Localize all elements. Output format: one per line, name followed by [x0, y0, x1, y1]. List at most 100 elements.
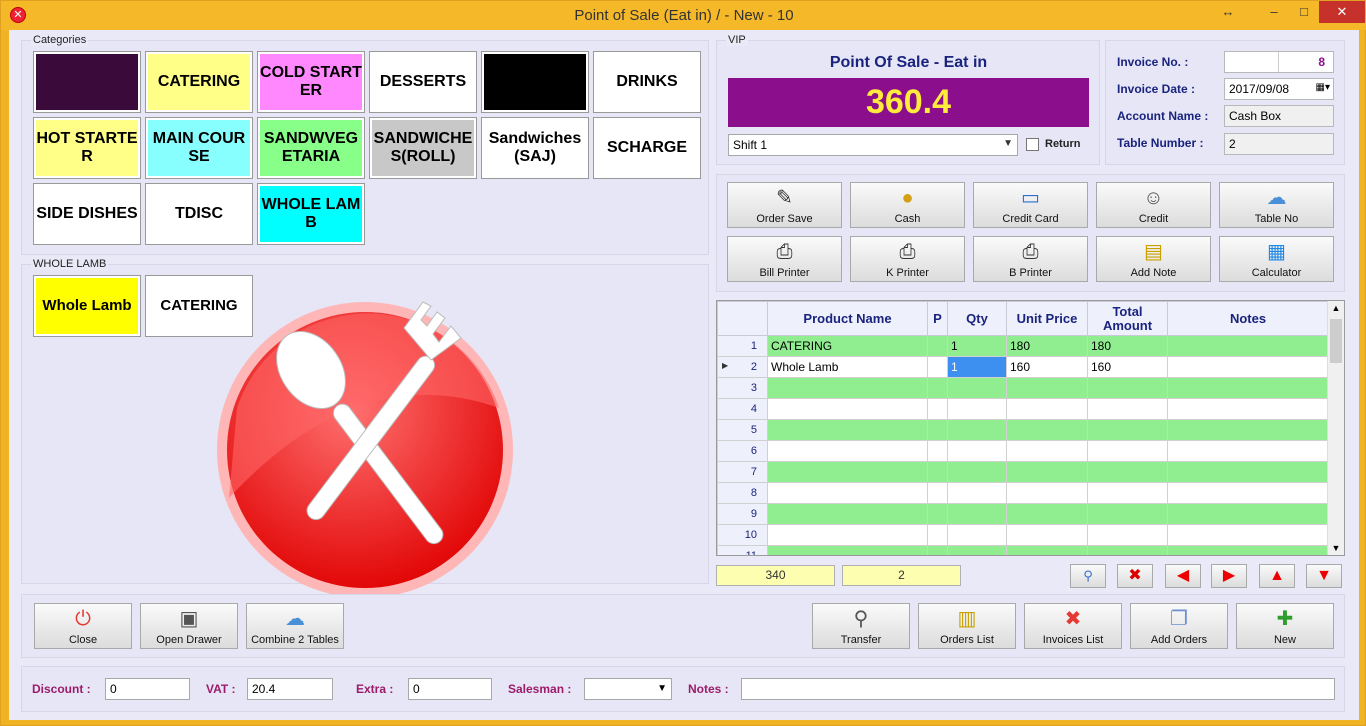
cell-notes[interactable] — [1167, 461, 1329, 483]
col-notes[interactable]: Notes — [1167, 301, 1329, 336]
move-right-button[interactable]: ▶ — [1211, 564, 1247, 588]
search-button[interactable]: ⚲ — [1070, 564, 1106, 588]
add-note-button[interactable]: ▤ Add Note — [1096, 236, 1211, 282]
shift-select[interactable]: Shift 1 ▼ — [728, 134, 1018, 156]
cell-total[interactable] — [1087, 419, 1168, 441]
resize-icon[interactable]: ↔ — [1213, 1, 1243, 23]
cell-notes[interactable] — [1167, 419, 1329, 441]
category-button[interactable]: SANDWICHES(ROLL) — [369, 117, 477, 179]
category-button[interactable]: SIDE DISHES — [33, 183, 141, 245]
cell-p[interactable] — [927, 482, 948, 504]
close-button[interactable]: ⏻ Close — [34, 603, 132, 649]
scroll-up-icon[interactable]: ▲ — [1328, 303, 1344, 313]
invoices-list-button[interactable]: ✖ Invoices List — [1024, 603, 1122, 649]
notes-field[interactable] — [741, 678, 1335, 700]
cell-p[interactable] — [927, 461, 948, 483]
cell-price[interactable] — [1006, 503, 1088, 525]
col-product-name[interactable]: Product Name — [767, 301, 928, 336]
cell-p[interactable] — [927, 503, 948, 525]
table-row[interactable]: 7 — [717, 461, 1329, 483]
cell-name[interactable] — [767, 461, 928, 483]
cell-price[interactable]: 160 — [1006, 356, 1088, 378]
scroll-down-icon[interactable]: ▼ — [1328, 543, 1344, 553]
category-button[interactable]: COLD STARTER — [257, 51, 365, 113]
cell-qty[interactable] — [947, 440, 1007, 462]
combine-2-tables-button[interactable]: ☁ Combine 2 Tables — [246, 603, 344, 649]
grid-scrollbar[interactable]: ▲ ▼ — [1327, 301, 1344, 555]
category-button[interactable]: MAIN COURSE — [145, 117, 253, 179]
return-checkbox[interactable] — [1026, 138, 1039, 151]
table-row[interactable]: 10 — [717, 524, 1329, 546]
move-left-button[interactable]: ◀ — [1165, 564, 1201, 588]
orders-list-button[interactable]: ▥ Orders List — [918, 603, 1016, 649]
cell-total[interactable] — [1087, 545, 1168, 555]
cell-p[interactable] — [927, 335, 948, 357]
cell-total[interactable] — [1087, 398, 1168, 420]
cell-notes[interactable] — [1167, 377, 1329, 399]
table-row[interactable]: 5 — [717, 419, 1329, 441]
cash-button[interactable]: ● Cash — [850, 182, 965, 228]
cell-price[interactable] — [1006, 545, 1088, 555]
vat-field[interactable]: 20.4 — [247, 678, 333, 700]
salesman-select[interactable]: ▼ — [584, 678, 672, 700]
invoice-date-picker[interactable]: 2017/09/08 ▦▾ — [1224, 78, 1334, 100]
new-button[interactable]: ✚ New — [1236, 603, 1334, 649]
scroll-thumb[interactable] — [1330, 319, 1342, 363]
cell-qty[interactable] — [947, 461, 1007, 483]
cell-notes[interactable] — [1167, 398, 1329, 420]
order-items-grid[interactable]: Product Name P Qty Unit Price Total Amou… — [716, 300, 1345, 556]
cell-total[interactable]: 160 — [1087, 356, 1168, 378]
move-up-button[interactable]: ▲ — [1259, 564, 1295, 588]
table-row[interactable]: 11 — [717, 545, 1329, 555]
category-button[interactable]: SANDWVEGETARIA — [257, 117, 365, 179]
cell-p[interactable] — [927, 440, 948, 462]
category-button[interactable]: DESSERTS — [369, 51, 477, 113]
cell-qty[interactable] — [947, 419, 1007, 441]
cell-name[interactable] — [767, 398, 928, 420]
category-button[interactable]: DRINKS — [593, 51, 701, 113]
cell-qty[interactable]: 1 — [947, 335, 1007, 357]
calendar-icon[interactable]: ▦▾ — [1316, 81, 1330, 95]
cell-name[interactable]: Whole Lamb — [767, 356, 928, 378]
col-qty[interactable]: Qty — [947, 301, 1007, 336]
category-button[interactable]: SCHARGE — [593, 117, 701, 179]
table-row[interactable]: 1 CATERING 1 180 180 — [717, 335, 1329, 357]
cell-notes[interactable] — [1167, 503, 1329, 525]
account-name-field[interactable]: Cash Box — [1224, 105, 1334, 127]
credit-card-button[interactable]: ▭ Credit Card — [973, 182, 1088, 228]
cell-name[interactable] — [767, 524, 928, 546]
table-row[interactable]: 9 — [717, 503, 1329, 525]
cell-total[interactable] — [1087, 461, 1168, 483]
table-row[interactable]: 4 — [717, 398, 1329, 420]
cell-total[interactable] — [1087, 524, 1168, 546]
table-number-field[interactable]: 2 — [1224, 133, 1334, 155]
cell-qty[interactable] — [947, 545, 1007, 555]
col-p[interactable]: P — [927, 301, 948, 336]
cell-notes[interactable] — [1167, 482, 1329, 504]
cell-qty[interactable] — [947, 524, 1007, 546]
category-button[interactable]: CATERING — [145, 51, 253, 113]
cell-total[interactable] — [1087, 440, 1168, 462]
extra-field[interactable]: 0 — [408, 678, 492, 700]
open-drawer-button[interactable]: ▣ Open Drawer — [140, 603, 238, 649]
cell-qty[interactable] — [947, 482, 1007, 504]
category-button[interactable]: HOT STARTER — [33, 117, 141, 179]
cell-p[interactable] — [927, 398, 948, 420]
move-down-button[interactable]: ▼ — [1306, 564, 1342, 588]
b-printer-button[interactable]: ⎙ B Printer — [973, 236, 1088, 282]
minimize-button[interactable]: – — [1259, 1, 1289, 23]
table-row[interactable]: 8 — [717, 482, 1329, 504]
cell-total[interactable] — [1087, 482, 1168, 504]
cell-qty[interactable] — [947, 377, 1007, 399]
cell-total[interactable]: 180 — [1087, 335, 1168, 357]
category-button[interactable]: BARBECUB — [33, 51, 141, 113]
cell-name[interactable] — [767, 545, 928, 555]
cell-notes[interactable] — [1167, 545, 1329, 555]
category-button[interactable]: Sandwiches (SAJ) — [481, 117, 589, 179]
product-button[interactable]: CATERING — [145, 275, 253, 337]
bill-printer-button[interactable]: ⎙ Bill Printer — [727, 236, 842, 282]
cell-price[interactable] — [1006, 398, 1088, 420]
cell-qty[interactable]: 1 — [947, 356, 1007, 378]
cell-name[interactable]: CATERING — [767, 335, 928, 357]
maximize-button[interactable]: □ — [1289, 1, 1319, 23]
